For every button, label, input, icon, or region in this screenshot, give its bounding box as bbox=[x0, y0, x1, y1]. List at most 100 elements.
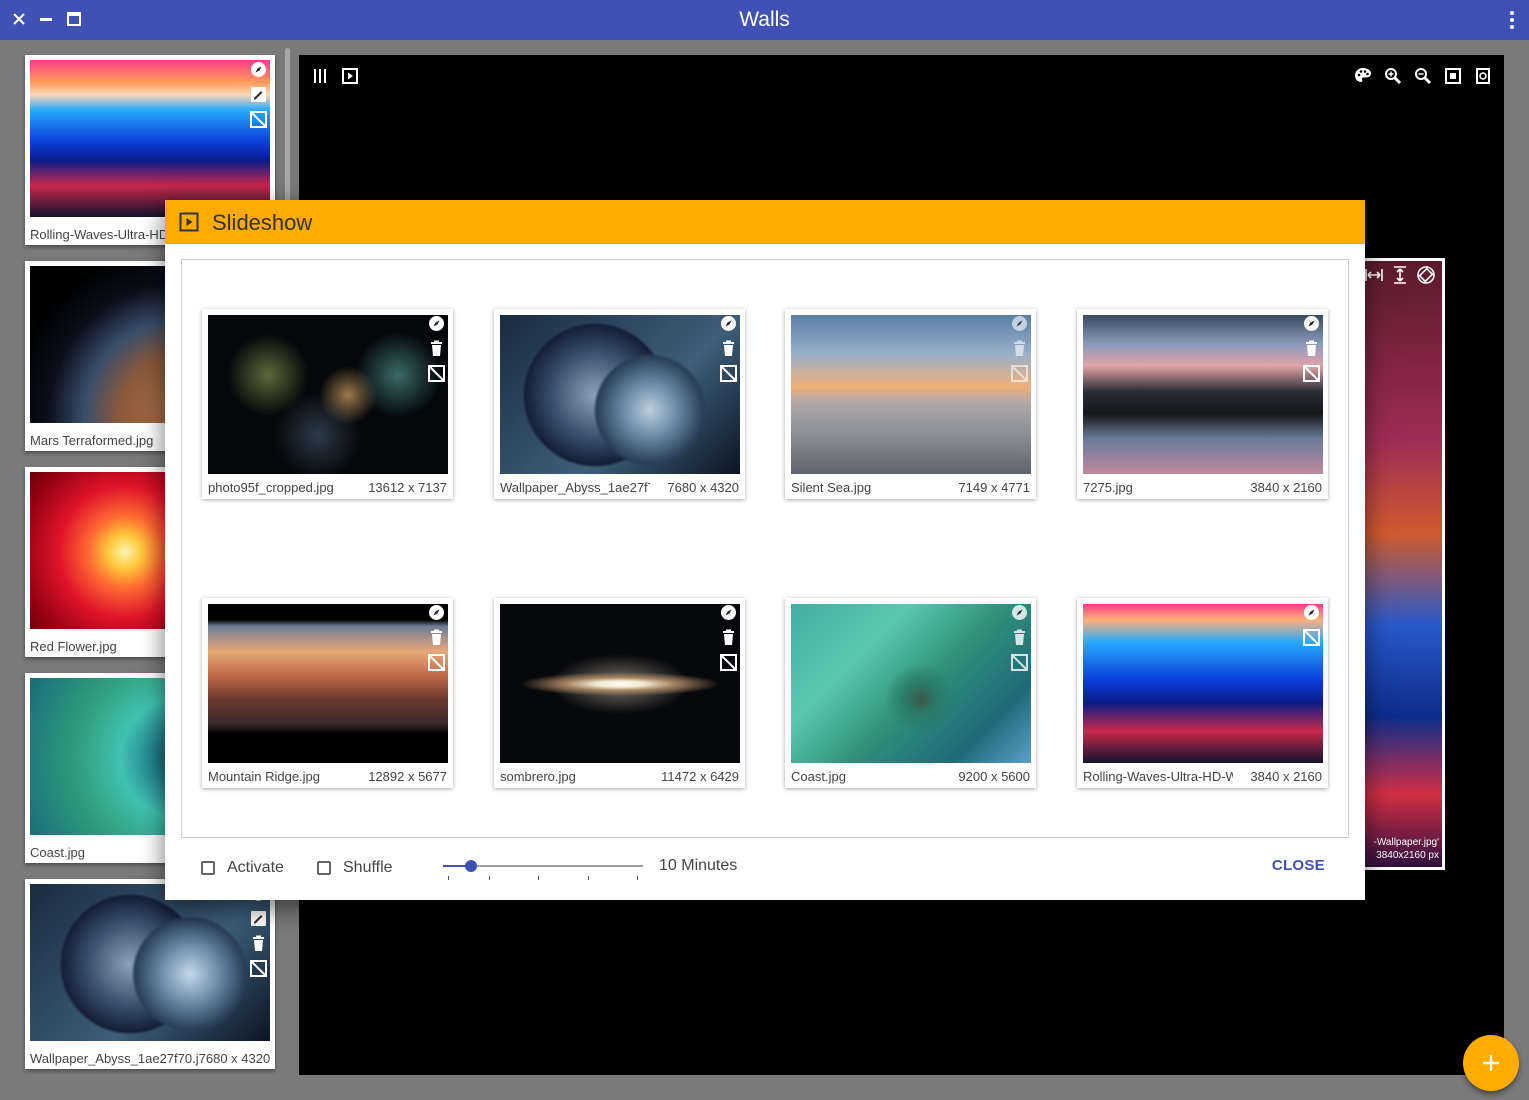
edit-icon[interactable] bbox=[250, 910, 267, 927]
hide-image-icon[interactable] bbox=[1011, 365, 1028, 382]
shuffle-label: Shuffle bbox=[343, 859, 393, 876]
item-dims: 3840 x 2160 bbox=[1250, 769, 1322, 784]
add-button[interactable] bbox=[1463, 1035, 1519, 1091]
slideshow-item[interactable]: photo95f_cropped.jpg 13612 x 7137 bbox=[202, 309, 453, 499]
zoom-in-icon[interactable] bbox=[1384, 67, 1402, 85]
set-wallpaper-icon[interactable] bbox=[250, 61, 267, 78]
slideshow-item[interactable]: Coast.jpg 9200 x 5600 bbox=[785, 598, 1036, 788]
slider-tick bbox=[538, 876, 539, 880]
hide-image-icon[interactable] bbox=[1011, 654, 1028, 671]
item-name: 7275.jpg bbox=[1083, 480, 1133, 495]
thumbnail-name: Mars Terraformed.jpg bbox=[30, 433, 154, 448]
interval-slider[interactable] bbox=[443, 854, 643, 884]
slider-tick bbox=[588, 876, 589, 880]
item-dims: 7149 x 4771 bbox=[958, 480, 1030, 495]
zoom-out-icon[interactable] bbox=[1414, 67, 1432, 85]
title-bar: Walls bbox=[0, 0, 1529, 40]
hide-image-icon[interactable] bbox=[428, 654, 445, 671]
slideshow-icon[interactable] bbox=[341, 67, 359, 85]
thumbnail-image bbox=[791, 315, 1031, 474]
slideshow-item[interactable]: 7275.jpg 3840 x 2160 bbox=[1077, 309, 1328, 499]
dialog-header: Slideshow bbox=[165, 200, 1365, 244]
delete-icon[interactable] bbox=[720, 340, 737, 357]
sidebar-scrollbar[interactable] bbox=[285, 48, 290, 218]
thumbnail-image bbox=[30, 884, 270, 1041]
palette-icon[interactable] bbox=[1354, 67, 1372, 85]
item-name: Rolling-Waves-Ultra-HD-Wal bbox=[1083, 769, 1233, 784]
columns-icon[interactable] bbox=[311, 67, 329, 85]
plus-icon bbox=[1483, 1055, 1499, 1071]
delete-icon[interactable] bbox=[1303, 340, 1320, 357]
activate-label: Activate bbox=[227, 859, 284, 876]
hide-image-icon[interactable] bbox=[720, 654, 737, 671]
hide-image-icon[interactable] bbox=[720, 365, 737, 382]
slideshow-item[interactable]: Rolling-Waves-Ultra-HD-Wal 3840 x 2160 bbox=[1077, 598, 1328, 788]
item-name: photo95f_cropped.jpg bbox=[208, 480, 334, 495]
checkbox-box[interactable] bbox=[317, 861, 331, 875]
thumbnail-image bbox=[208, 604, 448, 763]
slider-tick bbox=[448, 876, 449, 880]
thumbnail-image bbox=[1083, 604, 1323, 763]
fit-screen-icon[interactable] bbox=[1444, 67, 1462, 85]
slideshow-item[interactable]: sombrero.jpg 11472 x 6429 bbox=[494, 598, 745, 788]
screen-rotation-icon[interactable] bbox=[1417, 266, 1435, 284]
activate-checkbox[interactable]: Activate bbox=[201, 859, 284, 877]
delete-icon[interactable] bbox=[1011, 629, 1028, 646]
wallpaper-preview[interactable]: -Wallpaper.jpg' 3840x2160 px bbox=[1355, 258, 1445, 870]
thumbnail-dims: 7680 x 4320 bbox=[198, 1051, 270, 1066]
sidebar-item[interactable]: Wallpaper_Abyss_1ae27f70.j 7680 x 4320 bbox=[25, 879, 275, 1069]
thumbnail-name: Coast.jpg bbox=[30, 845, 85, 860]
item-dims: 11472 x 6429 bbox=[661, 769, 739, 784]
set-wallpaper-icon[interactable] bbox=[1011, 604, 1028, 621]
hide-image-icon[interactable] bbox=[250, 960, 267, 977]
set-wallpaper-icon[interactable] bbox=[720, 315, 737, 332]
set-wallpaper-icon[interactable] bbox=[428, 604, 445, 621]
slideshow-item[interactable]: Mountain Ridge.jpg 12892 x 5677 bbox=[202, 598, 453, 788]
slider-thumb[interactable] bbox=[465, 860, 477, 872]
dialog-footer: Activate Shuffle 10 Minutes CLOSE bbox=[165, 840, 1365, 900]
delete-icon[interactable] bbox=[428, 629, 445, 646]
fit-width-icon[interactable] bbox=[1365, 266, 1383, 284]
item-dims: 7680 x 4320 bbox=[667, 480, 739, 495]
preview-image bbox=[1358, 261, 1442, 867]
item-name: Wallpaper_Abyss_1ae27f70 bbox=[500, 480, 650, 495]
hide-image-icon[interactable] bbox=[250, 111, 267, 128]
checkbox-box[interactable] bbox=[201, 861, 215, 875]
set-wallpaper-icon[interactable] bbox=[720, 604, 737, 621]
window-title: Walls bbox=[739, 8, 790, 31]
item-dims: 3840 x 2160 bbox=[1250, 480, 1322, 495]
item-name: sombrero.jpg bbox=[500, 769, 576, 784]
item-dims: 9200 x 5600 bbox=[958, 769, 1030, 784]
thumbnail-image bbox=[791, 604, 1031, 763]
thumbnail-image bbox=[1083, 315, 1323, 474]
hide-image-icon[interactable] bbox=[428, 365, 445, 382]
set-wallpaper-icon[interactable] bbox=[1303, 315, 1320, 332]
item-dims: 13612 x 7137 bbox=[368, 480, 447, 495]
set-wallpaper-icon[interactable] bbox=[428, 315, 445, 332]
thumbnail-name: Wallpaper_Abyss_1ae27f70.j bbox=[30, 1051, 199, 1066]
thumbnail-image bbox=[500, 315, 740, 474]
delete-icon[interactable] bbox=[428, 340, 445, 357]
delete-icon[interactable] bbox=[250, 935, 267, 952]
slideshow-item[interactable]: Wallpaper_Abyss_1ae27f70 7680 x 4320 bbox=[494, 309, 745, 499]
slideshow-grid[interactable]: photo95f_cropped.jpg 13612 x 7137 Wallpap… bbox=[181, 259, 1349, 838]
item-name: Coast.jpg bbox=[791, 769, 846, 784]
set-wallpaper-icon[interactable] bbox=[1303, 604, 1320, 621]
fit-height-icon[interactable] bbox=[1391, 266, 1409, 284]
slider-tick bbox=[637, 876, 638, 880]
hide-image-icon[interactable] bbox=[1303, 629, 1320, 646]
dialog-title: Slideshow bbox=[212, 210, 313, 235]
thumbnail-image bbox=[30, 60, 270, 217]
hide-image-icon[interactable] bbox=[1303, 365, 1320, 382]
slideshow-icon bbox=[179, 212, 199, 232]
close-button[interactable]: CLOSE bbox=[1272, 857, 1325, 874]
more-menu-icon[interactable] bbox=[1509, 11, 1515, 29]
set-wallpaper-icon[interactable] bbox=[1011, 315, 1028, 332]
rotate-icon[interactable] bbox=[1474, 67, 1492, 85]
edit-icon[interactable] bbox=[250, 86, 267, 103]
preview-name: -Wallpaper.jpg' bbox=[1373, 837, 1439, 848]
delete-icon[interactable] bbox=[1011, 340, 1028, 357]
shuffle-checkbox[interactable]: Shuffle bbox=[317, 859, 393, 877]
delete-icon[interactable] bbox=[720, 629, 737, 646]
slideshow-item[interactable]: Silent Sea.jpg 7149 x 4771 bbox=[785, 309, 1036, 499]
